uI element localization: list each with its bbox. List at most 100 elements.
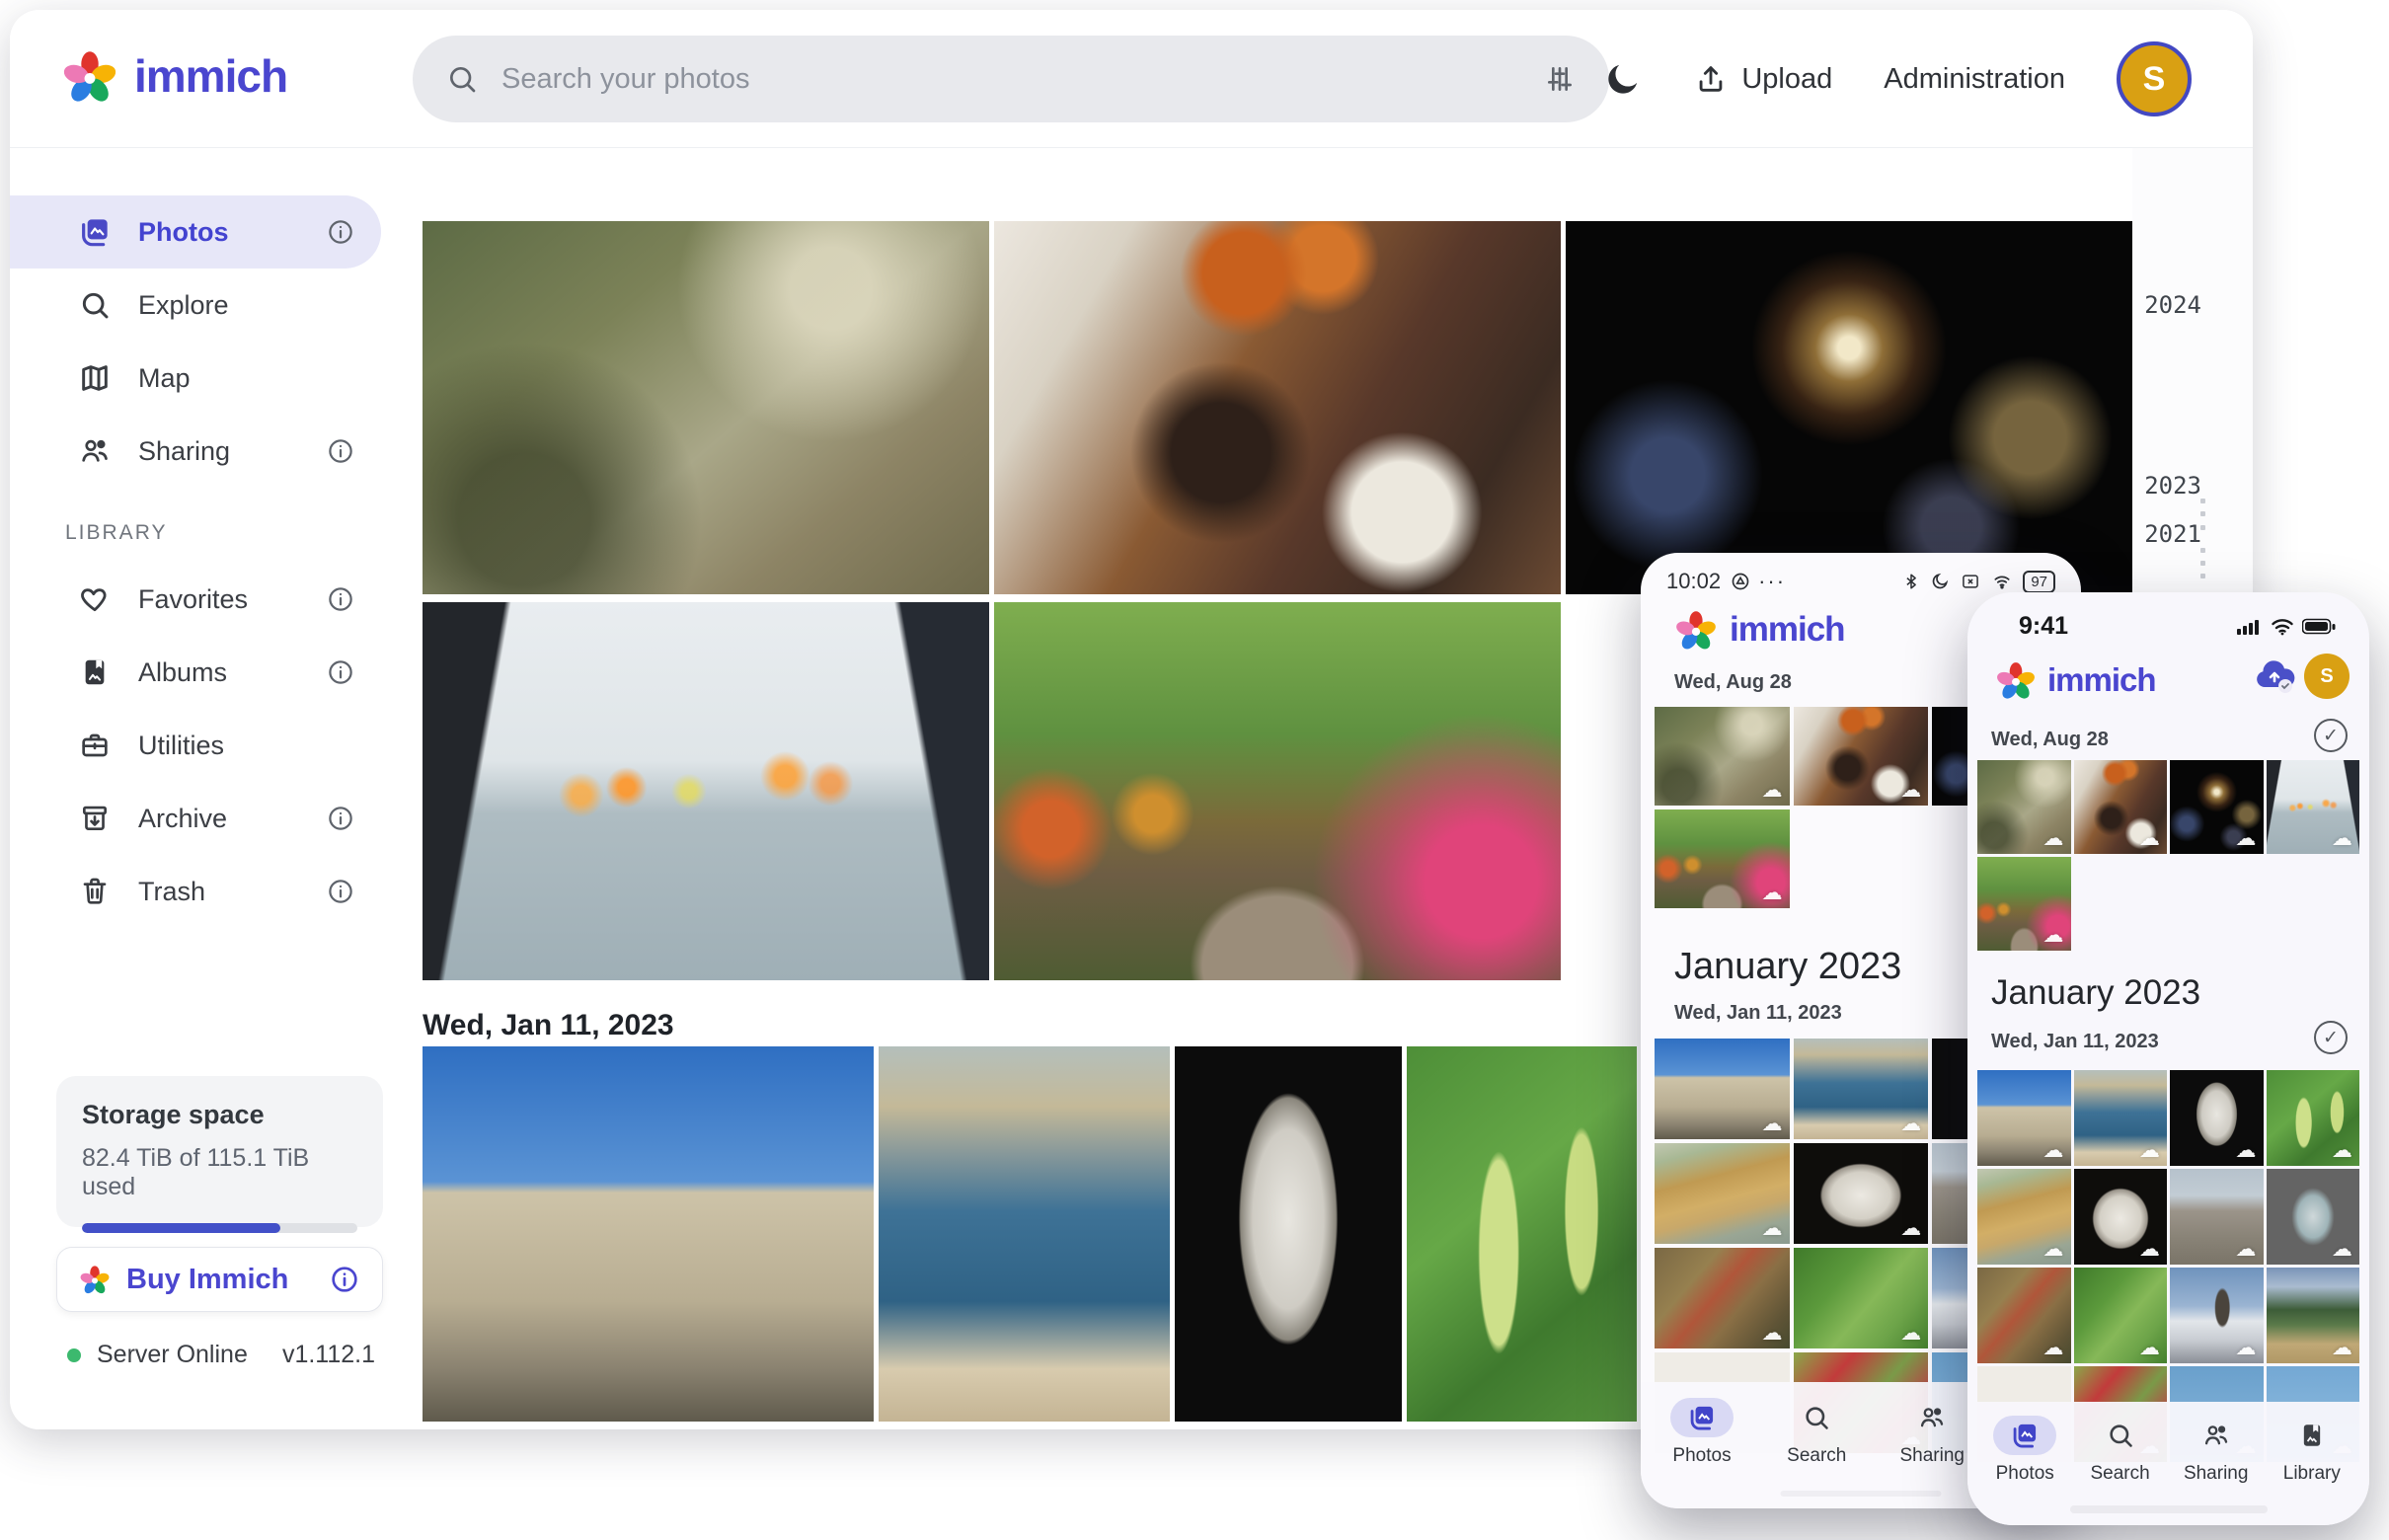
photo-autumn[interactable] <box>994 602 1561 980</box>
photo-seagrape[interactable]: ☁ <box>2266 1070 2359 1166</box>
administration-label: Administration <box>1884 62 2065 95</box>
cloud-sync-icon: ☁ <box>2332 826 2352 850</box>
photo-lizard1[interactable]: ☁ <box>1977 1268 2071 1363</box>
server-version: v1.112.1 <box>281 1341 375 1368</box>
timeline-tick <box>2200 561 2205 566</box>
wifi-icon <box>2272 618 2293 635</box>
photo-fireworks[interactable]: ☁ <box>2170 760 2264 854</box>
photo-bust[interactable]: ☁ <box>2170 1070 2264 1166</box>
desktop-background: immich Up <box>0 0 2389 1540</box>
photo-lizard2[interactable]: ☁ <box>2073 1268 2167 1363</box>
sidebar-item-albums[interactable]: Albums <box>10 636 381 709</box>
photo-monkeys[interactable] <box>423 221 989 594</box>
photo-coast[interactable] <box>879 1046 1170 1422</box>
sidebar-item-utilities[interactable]: Utilities <box>10 709 381 782</box>
photo-fortress[interactable] <box>423 1046 874 1422</box>
timeline-tick <box>2200 574 2205 578</box>
photo-monkeys[interactable]: ☁ <box>1977 760 2071 854</box>
photo-coast[interactable]: ☁ <box>1793 1039 1929 1139</box>
sidebar-item-favorites[interactable]: Favorites <box>10 563 381 636</box>
photo-sculpt2[interactable]: ☁ <box>1793 1143 1929 1244</box>
immich-logo: immich <box>1995 659 2157 701</box>
sharing-icon <box>82 439 108 462</box>
search-icon <box>450 67 476 93</box>
nav-item-photos[interactable]: Photos <box>1670 1398 1734 1467</box>
photo-hands[interactable]: ☁ <box>2266 760 2359 854</box>
user-avatar[interactable]: S <box>2117 41 2192 116</box>
nav-item-library[interactable]: Library <box>2280 1416 2344 1485</box>
info-icon[interactable] <box>326 804 355 833</box>
info-icon[interactable] <box>326 657 355 687</box>
photo-beach[interactable]: ☁ <box>1977 1169 2071 1265</box>
sidebar-item-photos[interactable]: Photos <box>10 195 381 269</box>
nav-label: Search <box>1787 1445 1847 1466</box>
photo-winter[interactable]: ☁ <box>2170 1268 2264 1363</box>
dark-mode-toggle-icon[interactable] <box>1603 59 1643 99</box>
sidebar-item-explore[interactable]: Explore <box>10 269 381 342</box>
library-icon <box>2280 1416 2344 1455</box>
info-icon[interactable] <box>326 584 355 614</box>
sidebar-item-archive[interactable]: Archive <box>10 782 381 855</box>
photo-bust[interactable] <box>1175 1046 1402 1422</box>
select-all-check-icon[interactable]: ✓ <box>2314 719 2348 752</box>
info-icon[interactable] <box>326 217 355 247</box>
photo-sculpt2[interactable]: ☁ <box>2073 1169 2167 1265</box>
cloud-backup-icon[interactable] <box>2253 657 2296 695</box>
select-all-check-icon[interactable]: ✓ <box>2314 1021 2348 1054</box>
photo-lizard1[interactable]: ☁ <box>1655 1248 1790 1348</box>
immich-logo[interactable]: immich <box>61 47 288 105</box>
photo-autumn[interactable]: ☁ <box>1655 809 1790 908</box>
immich-logo: immich <box>1674 608 1846 652</box>
scrubber-year[interactable]: 2023 <box>2144 472 2201 500</box>
photo-fortress[interactable]: ☁ <box>1655 1039 1790 1139</box>
photo-centerpiece[interactable]: ☁ <box>2266 1169 2359 1265</box>
photo-lizard2[interactable]: ☁ <box>1793 1248 1929 1348</box>
photo-coast[interactable]: ☁ <box>2073 1070 2167 1166</box>
sidebar-item-sharing[interactable]: Sharing <box>10 415 381 488</box>
photo-beach[interactable]: ☁ <box>1655 1143 1790 1244</box>
nav-item-search[interactable]: Search <box>1785 1398 1848 1467</box>
info-icon[interactable] <box>326 877 355 906</box>
photo-row <box>423 602 1561 980</box>
cloud-sync-icon: ☁ <box>2332 1237 2352 1261</box>
cloud-sync-icon: ☁ <box>1900 1112 1922 1135</box>
cloud-sync-icon: ☁ <box>2139 826 2160 850</box>
scrubber-year[interactable]: 2024 <box>2144 291 2201 319</box>
photo-ruins[interactable]: ☁ <box>2170 1169 2264 1265</box>
search-input[interactable] <box>501 62 1520 96</box>
photo-hands[interactable] <box>423 602 989 980</box>
photo-seagrape[interactable] <box>1407 1046 1637 1422</box>
nav-item-photos[interactable]: Photos <box>1993 1416 2057 1485</box>
buy-immich-button[interactable]: Buy Immich <box>56 1247 383 1312</box>
sidebar-item-map[interactable]: Map <box>10 342 381 415</box>
nav-item-sharing[interactable]: Sharing <box>2184 1416 2248 1485</box>
photo-monkeys[interactable]: ☁ <box>1655 707 1790 806</box>
nav-item-search[interactable]: Search <box>2089 1416 2152 1485</box>
photo-village[interactable]: ☁ <box>2266 1268 2359 1363</box>
sidebar-item-trash[interactable]: Trash <box>10 855 381 928</box>
ios-status-bar: 9:41 <box>1967 612 2369 641</box>
photo-fireworks[interactable] <box>1566 221 2132 594</box>
info-icon[interactable] <box>329 1264 360 1295</box>
cloud-sync-icon: ☁ <box>2235 1237 2257 1261</box>
user-avatar[interactable]: S <box>2304 654 2350 699</box>
month-header: January 2023 <box>1674 946 1902 987</box>
storage-progress-bar <box>82 1223 357 1233</box>
scrubber-year[interactable]: 2021 <box>2144 520 2201 548</box>
photo-fortress[interactable]: ☁ <box>1977 1070 2071 1166</box>
search-filter-icon[interactable] <box>1544 63 1576 95</box>
notification-icon <box>1732 573 1749 590</box>
cloud-sync-icon: ☁ <box>2139 1336 2160 1359</box>
administration-link[interactable]: Administration <box>1884 63 2065 96</box>
logo-wordmark: immich <box>1730 610 1846 649</box>
search-bar[interactable] <box>413 36 1609 122</box>
upload-button[interactable]: Upload <box>1694 62 1832 96</box>
do-not-disturb-moon-icon <box>1933 573 1949 589</box>
info-icon[interactable] <box>326 436 355 466</box>
logo-wordmark: immich <box>2047 661 2157 698</box>
nav-item-sharing[interactable]: Sharing <box>1900 1398 1965 1467</box>
photo-dinner[interactable]: ☁ <box>2073 760 2167 854</box>
photo-dinner[interactable] <box>994 221 1561 594</box>
photo-autumn[interactable]: ☁ <box>1977 857 2071 951</box>
photo-dinner[interactable]: ☁ <box>1793 707 1929 806</box>
